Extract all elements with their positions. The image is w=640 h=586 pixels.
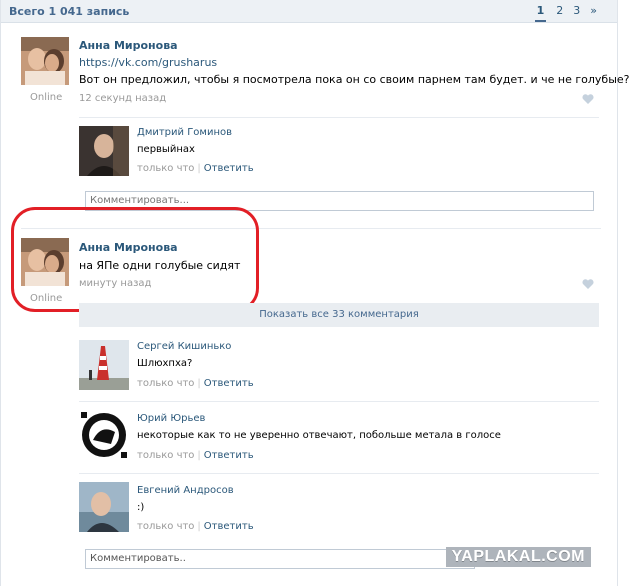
post2-comment-input[interactable]: Комментировать.. <box>85 549 475 569</box>
total-count: Всего 1 041 запись <box>9 5 130 18</box>
comment-author[interactable]: Евгений Андросов <box>137 485 234 496</box>
comment-text: :) <box>137 502 145 513</box>
post2-like-heart-icon[interactable] <box>582 279 594 289</box>
red-annotation-circle <box>11 207 259 312</box>
reply-link[interactable]: Ответить <box>204 450 254 461</box>
comment-avatar[interactable] <box>79 126 129 176</box>
comment-author[interactable]: Дмитрий Гоминов <box>137 127 232 138</box>
comment-meta: только что | Ответить <box>137 378 254 389</box>
comment-divider <box>79 401 599 402</box>
page-2-link[interactable]: 2 <box>556 4 563 22</box>
show-all-comments-button[interactable]: Показать все 33 комментария <box>79 303 599 327</box>
comment-avatar[interactable] <box>79 482 129 532</box>
reply-link[interactable]: Ответить <box>204 521 254 532</box>
comment-meta: только что | Ответить <box>137 163 254 174</box>
next-page-link[interactable]: » <box>590 4 597 22</box>
comment-author[interactable]: Сергей Кишинько <box>137 341 231 352</box>
comment-divider <box>79 473 599 474</box>
comment-meta: только что | Ответить <box>137 450 254 461</box>
comment-meta: только что | Ответить <box>137 521 254 532</box>
comment-text: первыйнах <box>137 144 195 155</box>
page-1-link[interactable]: 1 <box>534 4 547 22</box>
comment-avatar[interactable] <box>79 340 129 390</box>
comment-time[interactable]: только что <box>137 378 194 389</box>
comment-time[interactable]: только что <box>137 163 194 174</box>
avatar-photo-icon <box>21 37 69 85</box>
avatar-photo-icon <box>79 126 129 176</box>
post1-online-status: Online <box>30 92 63 103</box>
wall: Всего 1 041 запись 1 2 3 » Online Анна М… <box>0 0 630 586</box>
post1-avatar[interactable] <box>21 37 69 85</box>
reply-link[interactable]: Ответить <box>204 378 254 389</box>
pagination: 1 2 3 » <box>534 4 597 22</box>
comment-text: некоторые как то не уверенно отвечают, п… <box>137 430 501 441</box>
comment-time[interactable]: только что <box>137 521 194 532</box>
comment-text: Шлюхпха? <box>137 358 193 369</box>
avatar-photo-icon <box>79 482 129 532</box>
wall-header: Всего 1 041 запись 1 2 3 » <box>1 0 617 23</box>
comment-author[interactable]: Юрий Юрьев <box>137 413 205 424</box>
post1-like-heart-icon[interactable] <box>582 94 594 104</box>
post1-link[interactable]: https://vk.com/grusharus <box>79 56 217 69</box>
comment-time[interactable]: только что <box>137 450 194 461</box>
post1-time[interactable]: 12 секунд назад <box>79 93 166 104</box>
page-3-link[interactable]: 3 <box>573 4 580 22</box>
avatar-photo-icon <box>79 410 129 460</box>
avatar-photo-icon <box>79 340 129 390</box>
post1-text: Вот он предложил, чтобы я посмотрела пок… <box>79 73 630 86</box>
post1-author[interactable]: Анна Миронова <box>79 39 178 52</box>
reply-link[interactable]: Ответить <box>204 163 254 174</box>
comment-avatar[interactable] <box>79 410 129 460</box>
watermark-logo: YAPLAKAL.COM <box>445 547 591 567</box>
